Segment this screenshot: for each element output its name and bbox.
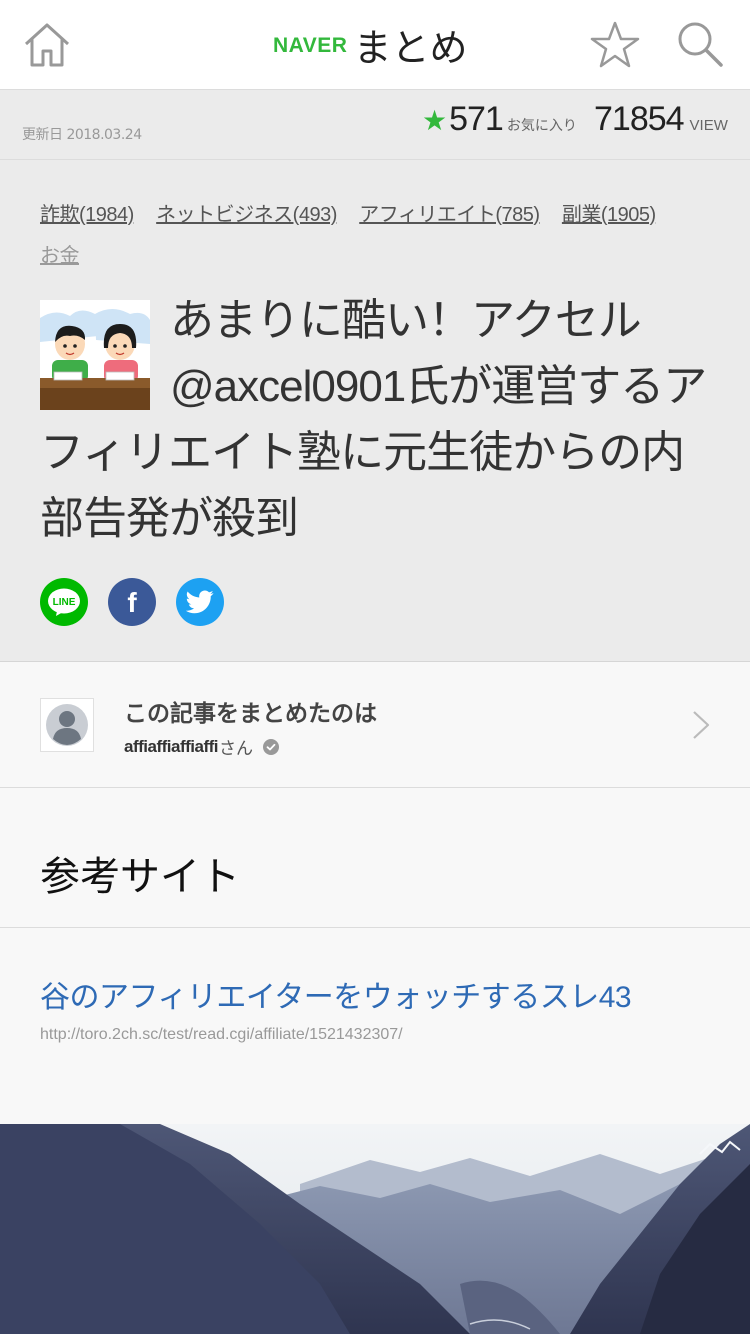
reference-section-header: 参考サイト — [0, 788, 750, 928]
tag-link[interactable]: ネットビジネス(493) — [156, 204, 337, 226]
favorite-count: ★ 571 お気に入り — [422, 100, 577, 144]
tag-link[interactable]: アフィリエイト(785) — [359, 204, 540, 226]
view-count-label: VIEW — [689, 117, 728, 134]
reference-url[interactable]: http://toro.2ch.sc/test/read.cgi/affilia… — [40, 1026, 403, 1044]
tag-link[interactable]: 詐欺(1984) — [40, 204, 134, 226]
stats-bar: 更新日 2018.03.24 ★ 571 お気に入り 71854 VIEW — [0, 90, 750, 160]
tag-link[interactable]: 副業(1905) — [562, 204, 656, 226]
favorite-button[interactable] — [590, 20, 640, 70]
top-navigation-bar: NAVER まとめ — [0, 0, 750, 90]
author-heading: この記事をまとめたのは — [124, 701, 377, 727]
home-button[interactable] — [22, 22, 72, 68]
article-header: 詐欺(1984) ネットビジネス(493) アフィリエイト(785) 副業(19… — [0, 160, 750, 662]
view-count: 71854 VIEW — [594, 100, 728, 144]
view-count-value: 71854 — [594, 100, 685, 138]
author-name: affiaffiaffiaffi — [124, 736, 219, 756]
line-icon-text: LINE — [53, 597, 76, 608]
author-name-line: affiaffiaffiaffi さん — [124, 734, 279, 759]
search-button[interactable] — [676, 20, 724, 68]
share-facebook-button[interactable]: f — [108, 578, 156, 626]
section-title: 参考サイト — [40, 854, 240, 900]
article-image-mountains — [0, 1124, 750, 1334]
share-twitter-button[interactable] — [176, 578, 224, 626]
home-icon — [24, 23, 70, 67]
verified-check-icon — [263, 738, 279, 755]
brand-matome-text: まとめ — [353, 25, 468, 70]
search-icon — [678, 22, 723, 67]
reference-link[interactable]: 谷のアフィリエイターをウォッチするスレ43 — [40, 972, 632, 1016]
avatar — [40, 698, 94, 752]
facebook-icon-text: f — [127, 587, 137, 617]
tag-list: 詐欺(1984) ネットビジネス(493) アフィリエイト(785) 副業(19… — [40, 194, 720, 276]
default-avatar-icon — [46, 704, 88, 746]
favorite-count-value: 571 — [449, 100, 504, 138]
star-outline-icon — [590, 21, 640, 68]
author-name-suffix: さん — [219, 739, 253, 759]
tag-link[interactable]: お金 — [40, 245, 80, 267]
mountain-landscape-image — [0, 1124, 750, 1334]
share-line-button[interactable]: LINE — [40, 578, 88, 626]
chevron-right-icon — [693, 711, 710, 739]
star-filled-icon: ★ — [422, 104, 448, 137]
favorite-count-label: お気に入り — [506, 118, 577, 134]
article-thumbnail — [40, 300, 150, 410]
updated-date: 更新日 2018.03.24 — [22, 127, 142, 143]
line-icon: LINE — [48, 588, 80, 616]
reference-item: 谷のアフィリエイターをウォッチするスレ43 http://toro.2ch.sc… — [0, 928, 750, 1124]
students-illustration — [40, 300, 150, 410]
author-row[interactable]: この記事をまとめたのは affiaffiaffiaffi さん — [0, 662, 750, 788]
brand-naver-text: NAVER — [273, 34, 348, 57]
twitter-icon — [186, 590, 214, 614]
facebook-icon: f — [127, 587, 137, 617]
naver-matome-logo[interactable]: NAVER まとめ — [273, 16, 467, 72]
